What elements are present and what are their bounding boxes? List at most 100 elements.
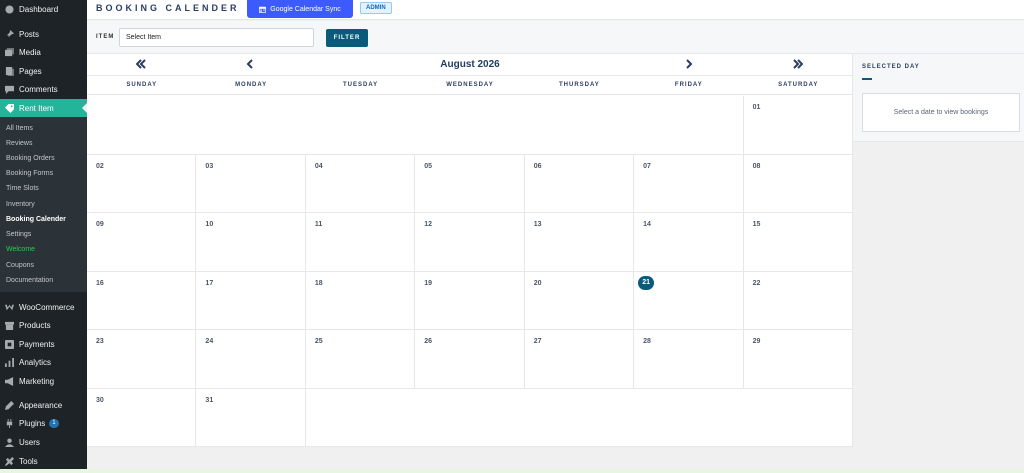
page-title: BOOKING CALENDER (96, 3, 240, 13)
submenu-item-booking-calender[interactable]: Booking Calender (6, 216, 66, 223)
day-number: 14 (643, 221, 651, 228)
google-calendar-sync-button[interactable]: Google Calendar Sync (247, 0, 353, 18)
weekday-sunday: SUNDAY (126, 82, 158, 88)
chevron-right-icon (686, 59, 693, 69)
double-chevron-right-icon (793, 59, 803, 69)
weekday-saturday: SATURDAY (778, 82, 819, 88)
sidebar-item-appearance[interactable]: Appearance (0, 396, 87, 414)
day-number: 17 (205, 279, 214, 287)
day-number: 31 (205, 396, 214, 404)
calendar-day-12[interactable]: 12 (415, 213, 525, 272)
weekday-monday: MONDAY (235, 82, 268, 88)
calendar-day-17[interactable]: 17 (196, 271, 306, 330)
submenu-item-booking-forms[interactable]: Booking Forms (6, 170, 53, 177)
bottom-strip (0, 469, 1024, 473)
day-number: 16 (96, 279, 104, 287)
calendar-month-title: August 2026 (440, 59, 500, 70)
filter-button[interactable]: FILTER (326, 29, 368, 47)
calendar-day-27[interactable]: 27 (524, 330, 635, 389)
day-number: 20 (533, 279, 542, 287)
calendar-day-14[interactable]: 14 (634, 213, 744, 272)
calendar-icon (259, 6, 267, 13)
calendar-day-19[interactable]: 19 (415, 271, 525, 330)
submenu-item-inventory[interactable]: Inventory (6, 201, 35, 208)
day-number: 04 (314, 162, 323, 170)
day-number: 02 (96, 162, 104, 170)
calendar-day-04[interactable]: 04 (305, 154, 416, 213)
calendar-day-02[interactable]: 02 (87, 154, 197, 213)
calendar-day-07[interactable]: 07 (634, 154, 744, 213)
submenu-item-time-slots[interactable]: Time Slots (6, 185, 39, 192)
calendar-day-24[interactable]: 24 (196, 330, 306, 389)
calendar-day-26[interactable]: 26 (415, 330, 525, 389)
calendar-day-11[interactable]: 11 (305, 213, 416, 272)
calendar-day-16[interactable]: 16 (87, 271, 197, 330)
calendar-day-29[interactable]: 29 (743, 330, 853, 389)
sidebar-item-pages[interactable]: Pages (0, 62, 87, 80)
day-number: 11 (314, 221, 323, 228)
calendar-day-05[interactable]: 05 (415, 154, 525, 213)
submenu-item-all-items[interactable]: All Items (6, 125, 33, 132)
day-number: 21 (638, 275, 655, 290)
item-select[interactable]: Select Item (119, 28, 314, 47)
day-number: 13 (533, 221, 542, 228)
page-header: BOOKING CALENDER Google Calendar Sync AD… (87, 0, 1024, 20)
calendar-day-28[interactable]: 28 (634, 330, 744, 389)
sidebar-item-tools[interactable]: Tools (0, 452, 87, 470)
calendar-day-20[interactable]: 20 (524, 271, 635, 330)
calendar-day-03[interactable]: 03 (196, 154, 306, 213)
calendar-day-01[interactable]: 01 (743, 96, 853, 155)
sidebar-item-users[interactable]: Users (0, 433, 87, 451)
day-number: 09 (96, 221, 104, 228)
calendar-day-21[interactable]: 21 (634, 271, 744, 330)
sidebar-item-marketing[interactable]: Marketing (0, 372, 87, 390)
payments-icon (5, 339, 14, 349)
sidebar-item-posts[interactable]: Posts (0, 25, 87, 43)
calendar-day-22[interactable]: 22 (743, 271, 853, 330)
google-calendar-sync-label: Google Calendar Sync (270, 5, 341, 13)
calendar-day-23[interactable]: 23 (87, 330, 197, 389)
dashboard-icon (5, 4, 14, 14)
booking-calendar: August 2026 SUNDAY MONDAY TUESDAY WEDNES… (87, 54, 853, 447)
next-month-button[interactable] (681, 57, 697, 71)
weekday-wednesday: WEDNESDAY (446, 82, 494, 88)
next-year-button[interactable] (790, 57, 806, 71)
sidebar-item-label: Analytics (19, 357, 52, 367)
day-number: 30 (96, 396, 104, 404)
sidebar-item-label: Users (19, 437, 40, 447)
submenu-item-booking-orders[interactable]: Booking Orders (6, 155, 55, 162)
calendar-day-30[interactable]: 30 (87, 388, 197, 447)
sidebar-item-woocommerce[interactable]: WooCommerce (0, 298, 87, 316)
sidebar-item-label: Dashboard (19, 4, 59, 14)
calendar-day-08[interactable]: 08 (743, 154, 853, 213)
calendar-day-09[interactable]: 09 (87, 213, 197, 272)
appearance-icon (5, 400, 14, 410)
calendar-day-18[interactable]: 18 (305, 271, 416, 330)
sidebar-item-comments[interactable]: Comments (0, 80, 87, 98)
sidebar-item-plugins[interactable]: Plugins 1 (0, 414, 87, 432)
sidebar-item-products[interactable]: Products (0, 316, 87, 334)
weekday-header: SUNDAY MONDAY TUESDAY WEDNESDAY THURSDAY… (87, 75, 853, 95)
day-number: 28 (643, 338, 651, 345)
sidebar-item-label: Payments (19, 339, 55, 349)
submenu-item-coupons[interactable]: Coupons (6, 262, 34, 269)
sidebar-item-media[interactable]: Media (0, 43, 87, 61)
submenu-item-reviews[interactable]: Reviews (6, 140, 32, 147)
sidebar-item-analytics[interactable]: Analytics (0, 353, 87, 371)
sidebar-item-rent-item[interactable]: Rent Item (0, 99, 87, 117)
calendar-day-31[interactable]: 31 (196, 388, 306, 447)
sidebar-item-payments[interactable]: Payments (0, 335, 87, 353)
submenu-item-welcome[interactable]: Welcome (6, 246, 35, 253)
calendar-day-25[interactable]: 25 (305, 330, 416, 389)
calendar-day-13[interactable]: 13 (524, 213, 635, 272)
sidebar-item-label: WooCommerce (19, 302, 75, 312)
submenu-item-settings[interactable]: Settings (6, 231, 31, 238)
submenu-item-documentation[interactable]: Documentation (6, 277, 53, 284)
selected-day-empty-state: Select a date to view bookings (862, 93, 1020, 132)
calendar-day-15[interactable]: 15 (743, 213, 853, 272)
analytics-icon (5, 357, 14, 367)
calendar-day-10[interactable]: 10 (196, 213, 306, 272)
day-number: 23 (96, 338, 104, 345)
sidebar-item-dashboard[interactable]: Dashboard (0, 0, 87, 18)
calendar-day-06[interactable]: 06 (524, 154, 635, 213)
